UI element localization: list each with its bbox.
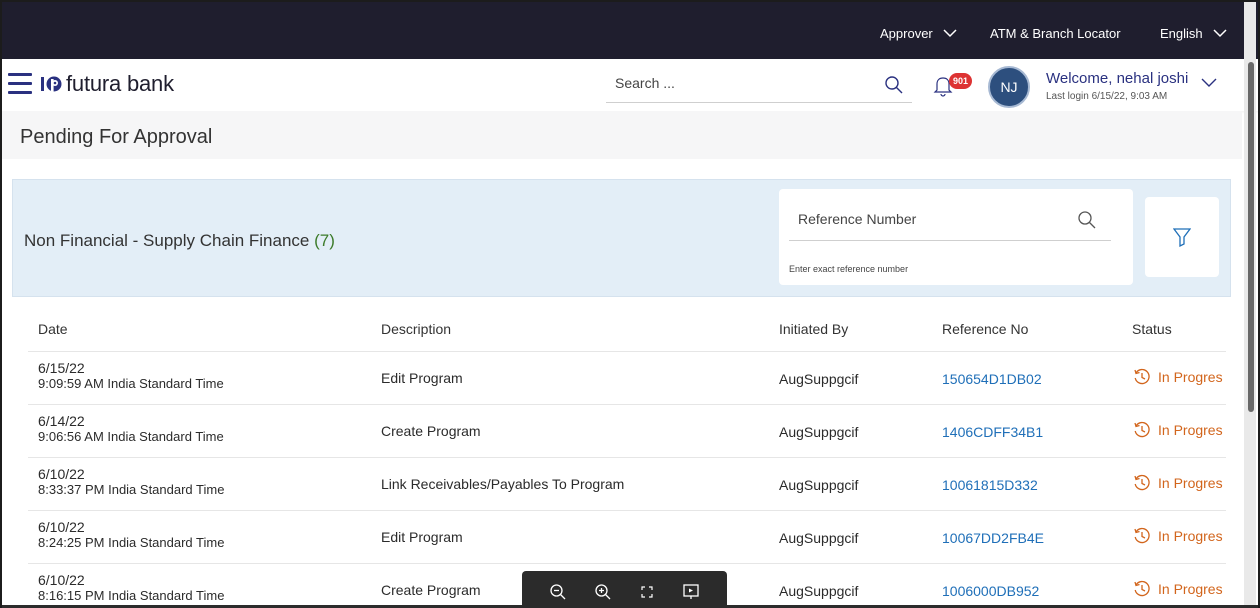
search-icon[interactable] <box>884 75 904 95</box>
status-badge: In Progres <box>1132 526 1223 546</box>
brand-logo[interactable]: futura bank <box>40 71 174 97</box>
table-row[interactable]: 6/10/22 8:24:25 PM India Standard Time Edi… <box>28 510 1226 563</box>
date-text: 6/15/22 <box>38 360 85 376</box>
column-header-reference-no[interactable]: Reference No <box>942 321 1028 337</box>
description-cell: Link Receivables/Payables To Program <box>381 476 625 492</box>
global-search-input[interactable]: Search ... <box>606 69 912 103</box>
reference-search-box: Reference Number Enter exact reference n… <box>779 189 1133 285</box>
page-title: Pending For Approval <box>20 126 213 148</box>
last-login-text: Last login 6/15/22, 9:03 AM <box>1046 91 1168 102</box>
status-text: In Progres <box>1158 475 1223 491</box>
fit-screen-icon[interactable] <box>639 584 655 600</box>
table-row[interactable]: 6/15/22 9:09:59 AM India Standard Time Edi… <box>28 351 1226 404</box>
date-cell: 6/10/22 8:16:15 PM India Standard Time <box>38 572 224 603</box>
reference-link[interactable]: 10067DD2FB4E <box>942 530 1044 546</box>
input-underline <box>789 240 1111 241</box>
description-cell: Create Program <box>381 423 481 439</box>
category-name: Non Financial - Supply Chain Finance <box>24 231 310 250</box>
status-badge: In Progres <box>1132 473 1223 493</box>
welcome-text[interactable]: Welcome, nehal joshi <box>1046 70 1188 87</box>
date-text: 6/10/22 <box>38 466 85 482</box>
status-text: In Progres <box>1158 422 1223 438</box>
category-count: (7) <box>314 231 335 250</box>
language-label: English <box>1160 26 1203 41</box>
date-text: 6/10/22 <box>38 572 85 588</box>
column-header-description[interactable]: Description <box>381 321 451 337</box>
status-text: In Progres <box>1158 528 1223 544</box>
avatar[interactable]: NJ <box>988 66 1030 108</box>
initiated-by-cell: AugSuppgcif <box>779 424 859 440</box>
clock-history-icon <box>1134 421 1150 438</box>
zoom-in-icon[interactable] <box>594 583 612 601</box>
page-title-bar: Pending For Approval <box>2 111 1242 159</box>
filter-button[interactable] <box>1145 197 1219 277</box>
status-text: In Progres <box>1158 369 1223 385</box>
category-panel: Non Financial - Supply Chain Finance (7)… <box>12 179 1231 297</box>
status-text: In Progres <box>1158 581 1223 597</box>
time-text: 8:16:15 PM India Standard Time <box>38 588 225 603</box>
column-header-date[interactable]: Date <box>38 321 68 337</box>
initiated-by-cell: AugSuppgcif <box>779 371 859 387</box>
category-title: Non Financial - Supply Chain Finance (7) <box>24 231 335 251</box>
table-row[interactable]: 6/14/22 9:06:56 AM India Standard Time Cre… <box>28 404 1226 457</box>
top-bar: Approver ATM & Branch Locator English <box>2 2 1258 59</box>
date-text: 6/14/22 <box>38 413 85 429</box>
reference-hint: Enter exact reference number <box>789 264 909 274</box>
time-text: 8:33:37 PM India Standard Time <box>38 482 225 497</box>
reference-link[interactable]: 150654D1DB02 <box>942 371 1042 387</box>
app-header: futura bank Search ... 901 NJ Welcome, n… <box>2 59 1258 111</box>
chevron-down-icon <box>1213 29 1227 38</box>
time-text: 9:09:59 AM India Standard Time <box>38 376 224 391</box>
table-row[interactable]: 6/10/22 8:33:37 PM India Standard Time Lin… <box>28 457 1226 510</box>
locator-label: ATM & Branch Locator <box>990 26 1121 41</box>
status-badge: In Progres <box>1132 420 1223 440</box>
time-text: 8:24:25 PM India Standard Time <box>38 535 225 550</box>
filter-icon <box>1173 228 1191 247</box>
search-placeholder: Search ... <box>615 75 675 91</box>
brand-name: futura bank <box>66 71 174 96</box>
scrollbar-thumb[interactable] <box>1248 62 1254 412</box>
reference-link[interactable]: 10061815D332 <box>942 477 1038 493</box>
column-header-initiated-by[interactable]: Initiated By <box>779 321 848 337</box>
futura-logo-icon <box>41 76 62 93</box>
clock-history-icon <box>1134 527 1150 544</box>
search-icon[interactable] <box>1077 210 1097 230</box>
app-window: Approver ATM & Branch Locator English fu… <box>0 0 1260 608</box>
language-selector[interactable]: English <box>1160 26 1227 41</box>
description-cell: Create Program <box>381 582 481 598</box>
clock-history-icon <box>1134 368 1150 385</box>
status-badge: In Progres <box>1132 367 1223 387</box>
initiated-by-cell: AugSuppgcif <box>779 477 859 493</box>
menu-icon[interactable] <box>8 73 32 95</box>
atm-branch-locator-link[interactable]: ATM & Branch Locator <box>990 26 1121 41</box>
clock-history-icon <box>1134 474 1150 491</box>
date-cell: 6/15/22 9:09:59 AM India Standard Time <box>38 360 224 391</box>
initiated-by-cell: AugSuppgcif <box>779 583 859 599</box>
role-selector[interactable]: Approver <box>880 26 957 41</box>
date-cell: 6/10/22 8:33:37 PM India Standard Time <box>38 466 224 497</box>
reference-link[interactable]: 1006000DB952 <box>942 583 1039 599</box>
status-badge: In Progres <box>1132 579 1223 599</box>
chevron-down-icon <box>943 29 957 38</box>
date-cell: 6/14/22 9:06:56 AM India Standard Time <box>38 413 224 444</box>
role-label: Approver <box>880 26 933 41</box>
present-icon[interactable] <box>682 583 700 601</box>
reference-number-input[interactable]: Reference Number <box>798 211 916 227</box>
reference-link[interactable]: 1406CDFF34B1 <box>942 424 1043 440</box>
initiated-by-cell: AugSuppgcif <box>779 530 859 546</box>
description-cell: Edit Program <box>381 529 463 545</box>
clock-history-icon <box>1134 580 1150 597</box>
column-header-status[interactable]: Status <box>1132 321 1172 337</box>
notification-count-badge: 901 <box>949 73 973 89</box>
description-cell: Edit Program <box>381 370 463 386</box>
date-text: 6/10/22 <box>38 519 85 535</box>
time-text: 9:06:56 AM India Standard Time <box>38 429 224 444</box>
date-cell: 6/10/22 8:24:25 PM India Standard Time <box>38 519 224 550</box>
viewer-toolbar <box>522 571 727 608</box>
chevron-down-icon[interactable] <box>1201 78 1217 88</box>
zoom-out-icon[interactable] <box>549 583 567 601</box>
